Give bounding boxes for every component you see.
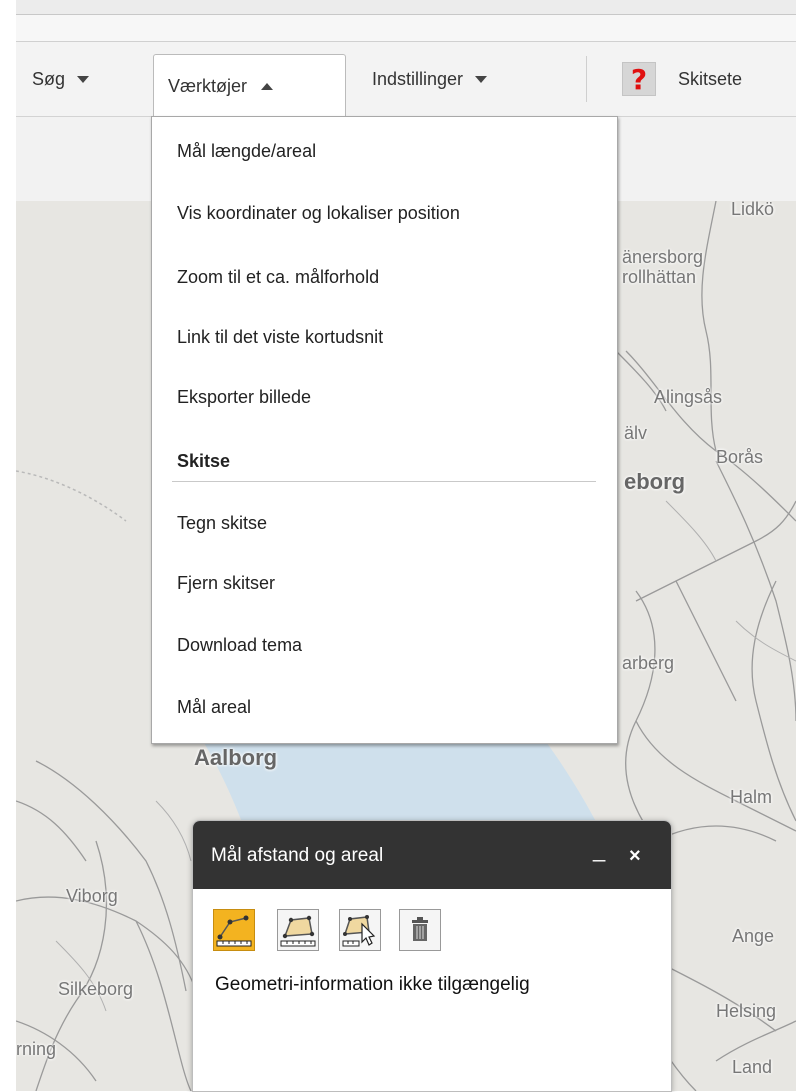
map-label-trollhattan: rollhättan [622,267,697,287]
map-label-varberg: arberg [622,653,675,673]
menu-item-link-to-view[interactable]: Link til det viste kortudsnit [177,327,383,348]
map-label-lidkoping: Lidkö [731,201,775,219]
delete-button[interactable] [399,909,441,951]
menu-item-remove-sketches[interactable]: Fjern skitser [177,573,275,594]
measure-panel-header: Mål afstand og areal _ × [193,821,671,889]
settings-menu-label: Indstillinger [372,68,464,89]
menu-section-heading-sketch: Skitse [177,451,231,471]
menu-item-show-coordinates[interactable]: Vis koordinater og lokaliser position [177,203,460,224]
sketch-button[interactable]: Skitsete [678,42,742,116]
tools-menu-button[interactable]: Værktøjer [153,54,346,118]
menu-item-export-image[interactable]: Eksporter billede [177,387,311,408]
chevron-down-icon [77,75,90,83]
search-menu-button[interactable]: Søg [32,42,90,116]
map-label-silkeborg: Silkeborg [58,979,134,999]
minimize-button[interactable]: _ [593,837,605,863]
map-label-helsingborg: Helsing [716,1001,777,1021]
measure-area-button[interactable] [277,909,319,951]
map-label-landskrona: Land [732,1057,773,1077]
map-label-vanersborg: änersborg [622,247,704,267]
main-toolbar: Søg Indstillinger Skitsete [16,42,796,117]
measure-area-icon [280,915,316,947]
map-label-goteborg: eborg [624,469,686,494]
menu-item-measure-area[interactable]: Mål areal [177,697,251,718]
toolbar-divider [586,56,587,102]
select-area-icon [342,915,376,947]
geometry-info-message: Geometri-information ikke tilgængelig [215,974,530,995]
map-label-alingsas: Alingsås [654,387,723,407]
map-label-angelholm: Ange [732,926,775,946]
map-label-viborg: Viborg [66,886,118,906]
map-label-boras: Borås [716,447,764,467]
sketch-label: Skitsete [678,68,743,89]
help-icon: ? [630,62,648,96]
chevron-up-icon [261,83,274,90]
menu-item-download-theme[interactable]: Download tema [177,635,302,656]
select-area-button[interactable] [339,909,381,951]
trash-icon [412,917,428,941]
left-margin [0,0,16,1091]
measure-distance-icon [216,915,252,947]
map-label-halmstad: Halm [730,787,773,807]
top-bar [16,0,796,15]
map-label-aalborg: Aalborg [194,745,278,770]
measure-panel-title: Mål afstand og areal [211,845,384,866]
menu-divider [172,481,596,482]
border-line [16,470,127,522]
help-button[interactable]: ? [622,62,656,96]
header-band [16,15,796,42]
menu-item-draw-sketch[interactable]: Tegn skitse [177,513,267,534]
map-label-herning: rning [16,1039,57,1059]
measure-distance-button[interactable] [213,909,255,951]
map-label-lv: älv [624,423,648,443]
chevron-down-icon [475,75,488,83]
settings-menu-button[interactable]: Indstillinger [372,42,488,116]
measure-panel: Mål afstand og areal _ × Geometri-inform… [192,820,672,1092]
tools-dropdown-menu: Mål længde/areal Vis koordinater og loka… [151,116,618,744]
menu-item-measure-length-area[interactable]: Mål længde/areal [177,141,316,162]
menu-item-zoom-to-scale[interactable]: Zoom til et ca. målforhold [177,267,379,288]
search-menu-label: Søg [32,68,66,89]
close-button[interactable]: × [629,845,641,868]
tools-menu-label: Værktøjer [168,76,248,96]
